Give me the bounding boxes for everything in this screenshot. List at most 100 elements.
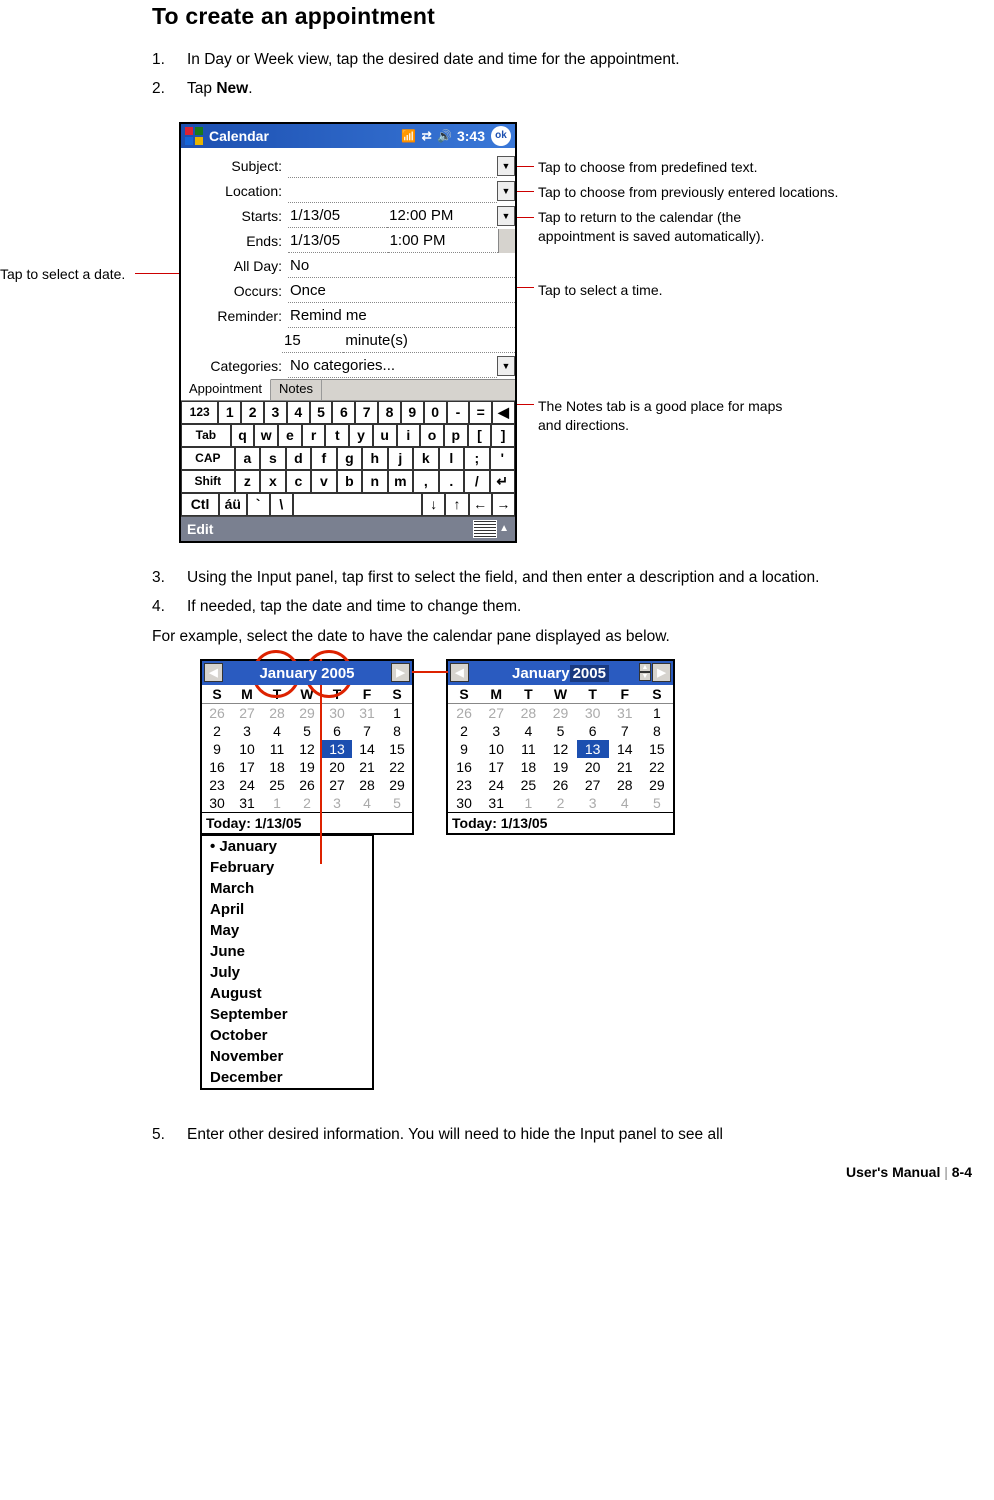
key[interactable]: 2 [241, 401, 264, 424]
key[interactable]: . [439, 470, 464, 493]
key[interactable]: 0 [424, 401, 447, 424]
key[interactable]: t [325, 424, 349, 447]
key[interactable]: → [492, 493, 515, 516]
tab-appointment[interactable]: Appointment [181, 379, 271, 400]
year-spinner[interactable]: ▲▼ [639, 663, 651, 681]
key[interactable]: n [362, 470, 387, 493]
reminder-field[interactable]: Remind me [288, 305, 515, 328]
key[interactable]: r [302, 424, 326, 447]
starts-time-field[interactable]: 12:00 PM [387, 205, 497, 228]
key[interactable]: ← [469, 493, 492, 516]
key[interactable]: ↓ [422, 493, 445, 516]
key[interactable]: 7 [355, 401, 378, 424]
key[interactable]: - [447, 401, 470, 424]
keyboard-toggle-icon[interactable] [473, 520, 497, 538]
soft-keyboard[interactable]: 1231234567890-=◀ Tabqwertyuiop[] CAPasdf… [181, 400, 515, 516]
month-option[interactable]: May [202, 920, 372, 941]
calendar-title-right-month[interactable]: January [512, 665, 570, 682]
key[interactable]: ' [490, 447, 515, 470]
starts-date-field[interactable]: 1/13/05 [288, 205, 387, 228]
calendar-grid-left[interactable]: SMTWTFS262728293031123456789101112131415… [202, 685, 412, 812]
key[interactable]: CAP [181, 447, 235, 470]
key[interactable]: v [311, 470, 336, 493]
key[interactable]: b [337, 470, 362, 493]
calendar-pane-right[interactable]: ◀ January 2005 ▲▼ ▶ SMTWTFS2627282930311… [446, 659, 675, 835]
today-link-right[interactable]: Today: 1/13/05 [448, 812, 673, 833]
key[interactable]: g [337, 447, 362, 470]
subject-field[interactable] [288, 155, 497, 178]
month-option[interactable]: September [202, 1004, 372, 1025]
key[interactable]: 123 [181, 401, 218, 424]
categories-dropdown[interactable]: ▼ [497, 356, 515, 376]
key[interactable]: ◀ [492, 401, 515, 424]
month-option[interactable]: October [202, 1025, 372, 1046]
key[interactable]: [ [468, 424, 492, 447]
key[interactable]: 6 [332, 401, 355, 424]
categories-field[interactable]: No categories... [288, 355, 497, 378]
month-option[interactable]: February [202, 857, 372, 878]
edit-menu[interactable]: Edit [187, 521, 213, 537]
up-icon[interactable]: ▲ [499, 523, 509, 534]
key[interactable]: k [413, 447, 438, 470]
month-option[interactable]: July [202, 962, 372, 983]
key[interactable]: u [373, 424, 397, 447]
next-month-button[interactable]: ▶ [652, 663, 671, 682]
key[interactable] [293, 493, 422, 516]
key[interactable]: Tab [181, 424, 231, 447]
month-option[interactable]: April [202, 899, 372, 920]
month-option[interactable]: August [202, 983, 372, 1004]
key[interactable]: , [413, 470, 438, 493]
location-dropdown[interactable]: ▼ [497, 181, 515, 201]
month-option[interactable]: December [202, 1067, 372, 1088]
key[interactable]: m [388, 470, 413, 493]
key[interactable]: \ [270, 493, 293, 516]
key[interactable]: Shift [181, 470, 235, 493]
key[interactable]: 3 [264, 401, 287, 424]
ends-date-field[interactable]: 1/13/05 [288, 230, 388, 253]
month-option[interactable]: March [202, 878, 372, 899]
scrollbar[interactable] [498, 229, 515, 253]
key[interactable]: i [397, 424, 421, 447]
reminder-number-field[interactable]: 15 [282, 330, 343, 353]
calendar-title-left[interactable]: January 2005 [259, 665, 354, 682]
tab-notes[interactable]: Notes [271, 380, 322, 400]
key[interactable]: l [439, 447, 464, 470]
reminder-unit-field[interactable]: minute(s) [343, 330, 515, 353]
key[interactable]: 8 [378, 401, 401, 424]
calendar-title-right-year[interactable]: 2005 [570, 665, 609, 682]
key[interactable]: = [469, 401, 492, 424]
key[interactable]: ↑ [445, 493, 468, 516]
key[interactable]: ` [247, 493, 270, 516]
ends-time-field[interactable]: 1:00 PM [388, 230, 498, 253]
key[interactable]: 4 [287, 401, 310, 424]
key[interactable]: Ctl [181, 493, 219, 516]
key[interactable]: / [464, 470, 489, 493]
allday-field[interactable]: No [288, 255, 515, 278]
key[interactable]: 9 [401, 401, 424, 424]
key[interactable]: o [420, 424, 444, 447]
today-link-left[interactable]: Today: 1/13/05 [202, 812, 412, 833]
key[interactable]: p [444, 424, 468, 447]
key[interactable]: q [231, 424, 255, 447]
calendar-grid-right[interactable]: SMTWTFS262728293031123456789101112131415… [448, 685, 673, 812]
key[interactable]: s [260, 447, 285, 470]
key[interactable]: z [235, 470, 260, 493]
month-option[interactable]: November [202, 1046, 372, 1067]
starts-dropdown[interactable]: ▼ [497, 206, 515, 226]
start-icon[interactable] [185, 127, 203, 145]
key[interactable]: áü [219, 493, 246, 516]
key[interactable]: d [286, 447, 311, 470]
key[interactable]: h [362, 447, 387, 470]
key[interactable]: a [235, 447, 260, 470]
next-month-button[interactable]: ▶ [391, 663, 410, 682]
month-list-popup[interactable]: JanuaryFebruaryMarchAprilMayJuneJulyAugu… [200, 834, 374, 1090]
month-option[interactable]: June [202, 941, 372, 962]
prev-month-button[interactable]: ◀ [204, 663, 223, 682]
month-option[interactable]: January [202, 836, 372, 857]
occurs-field[interactable]: Once [288, 280, 515, 303]
key[interactable]: c [286, 470, 311, 493]
key[interactable]: 5 [310, 401, 333, 424]
key[interactable]: 1 [218, 401, 241, 424]
prev-month-button[interactable]: ◀ [450, 663, 469, 682]
key[interactable]: ] [491, 424, 515, 447]
